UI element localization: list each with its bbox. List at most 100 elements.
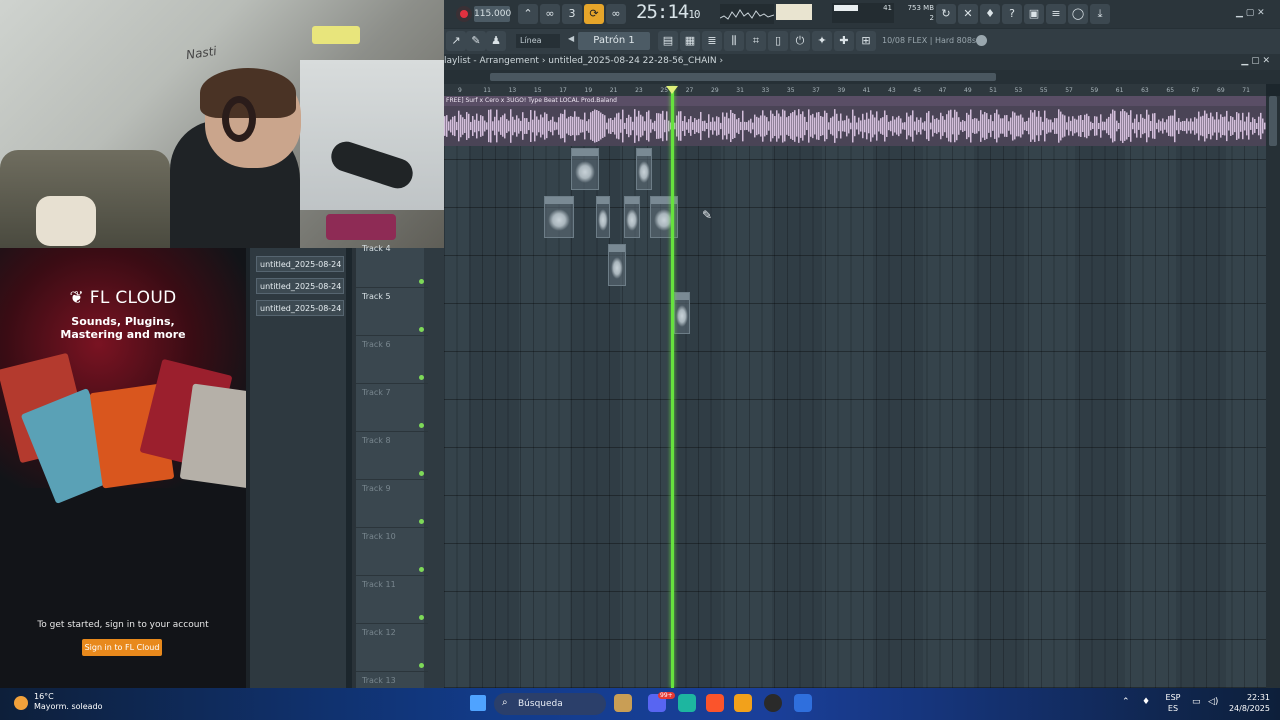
weather-widget[interactable]: 16°C Mayorm. soleado xyxy=(34,692,103,712)
pencil-icon[interactable]: ✎ xyxy=(466,31,486,51)
playlist-window-controls[interactable]: ▁ ▢ ✕ xyxy=(1241,56,1270,66)
horizontal-scrollbar[interactable] xyxy=(444,70,1280,84)
playlist-grid[interactable] xyxy=(444,96,1266,688)
store-icon[interactable] xyxy=(678,694,696,712)
piano-roll-icon[interactable]: ▦ xyxy=(680,31,700,51)
track-label: Track 4 xyxy=(362,244,391,253)
cart-icon[interactable]: ⊞ xyxy=(856,31,876,51)
plug-icon[interactable]: ⏻ xyxy=(790,31,810,51)
track-header[interactable]: Track 11 xyxy=(356,576,428,624)
timeline-ruler[interactable]: 9 11 13 15 17 19 21 23 25 27 29 31 33 35 37 39 41 43 45 47 4… xyxy=(444,84,1266,96)
browser-item[interactable]: untitled_2025-08-24 22-... xyxy=(256,300,344,316)
mixer-view-icon[interactable]: ⫼ xyxy=(724,31,744,51)
metronome-icon[interactable]: ⌃ xyxy=(518,4,538,24)
audio-clip[interactable] xyxy=(636,148,652,190)
playhead-marker-icon[interactable] xyxy=(666,86,678,94)
media-player-icon[interactable] xyxy=(764,694,782,712)
arrow-icon[interactable]: ↗ xyxy=(446,31,466,51)
vertical-scrollbar[interactable] xyxy=(1266,96,1280,688)
audio-clip[interactable] xyxy=(674,292,690,334)
playlist-icon[interactable]: ▤ xyxy=(658,31,678,51)
scroll-thumb[interactable] xyxy=(1269,96,1277,146)
tray-mic-icon[interactable]: ♦ xyxy=(1142,697,1150,707)
waveform-bar xyxy=(694,118,696,134)
file-icon[interactable]: ▯ xyxy=(768,31,788,51)
language-indicator[interactable]: ESP ES xyxy=(1164,692,1182,714)
network-icon[interactable]: ▭ xyxy=(1192,697,1201,707)
waveform-bar xyxy=(1018,115,1020,137)
browser-icon[interactable]: ⌗ xyxy=(746,31,766,51)
audio-clip[interactable] xyxy=(608,244,626,286)
help-icon[interactable]: ? xyxy=(1002,4,1022,24)
channel-rack-icon[interactable]: ≣ xyxy=(702,31,722,51)
tool-icon[interactable]: ✦ xyxy=(812,31,832,51)
track-header[interactable]: Track 4 xyxy=(356,240,428,288)
waveform-bar xyxy=(638,110,640,142)
chat-icon[interactable]: ◯ xyxy=(1068,4,1088,24)
download-icon[interactable]: ⤓ xyxy=(1090,4,1110,24)
stamp-icon[interactable]: ✚ xyxy=(834,31,854,51)
taskbar-clock[interactable]: 22:31 24/8/2025 xyxy=(1226,692,1270,714)
start-icon[interactable] xyxy=(470,695,486,711)
fl-studio-icon[interactable] xyxy=(734,694,752,712)
playhead[interactable] xyxy=(671,86,674,688)
weather-sun-icon[interactable] xyxy=(14,696,28,710)
audio-clip[interactable] xyxy=(624,196,640,238)
mixer-icon[interactable]: ✕ xyxy=(958,4,978,24)
audio-waveform xyxy=(444,109,1266,143)
step-edit-icon[interactable]: ∞ xyxy=(606,4,626,24)
track-header[interactable]: Track 9 xyxy=(356,480,428,528)
track-header[interactable]: Track 10 xyxy=(356,528,428,576)
track-led-icon[interactable] xyxy=(419,567,424,572)
browser-item[interactable]: untitled_2025-08-24 22-... xyxy=(256,278,344,294)
volume-icon[interactable]: ◁) xyxy=(1208,697,1218,707)
mic-icon[interactable]: ♦ xyxy=(980,4,1000,24)
audio-clip-main[interactable]: FREE] Surf x Cero x 3UGO! Type Beat LOCA… xyxy=(444,96,1266,146)
brave-icon[interactable] xyxy=(706,694,724,712)
wait-record-icon[interactable]: ∞ xyxy=(540,4,560,24)
waveform-bar xyxy=(1246,116,1248,136)
refresh-icon[interactable]: ↻ xyxy=(936,4,956,24)
window-controls[interactable]: ▁ ▢ ✕ xyxy=(1236,8,1265,18)
track-header[interactable]: Track 7 xyxy=(356,384,428,432)
track-led-icon[interactable] xyxy=(419,615,424,620)
pattern-selector[interactable]: Patrón 1 xyxy=(578,32,650,50)
track-led-icon[interactable] xyxy=(419,375,424,380)
track-header[interactable]: Track 6 xyxy=(356,336,428,384)
waveform-bar xyxy=(684,116,686,136)
pattern-prev-icon[interactable]: ◀ xyxy=(568,34,574,43)
record-button[interactable] xyxy=(456,6,472,22)
app-icon-monkey[interactable] xyxy=(614,694,632,712)
snap-select[interactable]: Línea xyxy=(516,34,560,48)
track-led-icon[interactable] xyxy=(419,279,424,284)
tempo-display[interactable]: 115.000 xyxy=(474,6,511,22)
browser-item[interactable]: untitled_2025-08-24 22-... xyxy=(256,256,344,272)
taskbar-search[interactable]: Búsqueda xyxy=(494,693,606,715)
webcam-pillow xyxy=(36,196,96,246)
pencil-cursor-icon: ✎ xyxy=(702,208,713,222)
audio-clip[interactable] xyxy=(571,148,599,190)
tray-chevron-icon[interactable]: ⌃ xyxy=(1122,697,1130,707)
plugin-icon[interactable]: ≡ xyxy=(1046,4,1066,24)
track-led-icon[interactable] xyxy=(419,423,424,428)
waveform-bar xyxy=(1164,122,1166,130)
track-header[interactable]: Track 12 xyxy=(356,624,428,672)
track-header[interactable]: Track 8 xyxy=(356,432,428,480)
track-header[interactable]: Track 5 xyxy=(356,288,428,336)
waveform-bar xyxy=(818,112,820,140)
scroll-thumb[interactable] xyxy=(490,73,996,81)
brush-icon[interactable]: ♟ xyxy=(486,31,506,51)
track-led-icon[interactable] xyxy=(419,471,424,476)
save-icon[interactable]: ▣ xyxy=(1024,4,1044,24)
track-led-icon[interactable] xyxy=(419,663,424,668)
signin-button[interactable]: Sign in to FL Cloud xyxy=(82,639,162,656)
globe-icon[interactable] xyxy=(976,35,987,46)
track-led-icon[interactable] xyxy=(419,519,424,524)
track-led-icon[interactable] xyxy=(419,327,424,332)
loop-record-icon[interactable]: ⟳ xyxy=(584,4,604,24)
waveform-bar xyxy=(686,122,688,130)
audio-clip[interactable] xyxy=(544,196,574,238)
audio-clip[interactable] xyxy=(596,196,610,238)
countdown-icon[interactable]: 3 xyxy=(562,4,582,24)
notepad-icon[interactable] xyxy=(794,694,812,712)
